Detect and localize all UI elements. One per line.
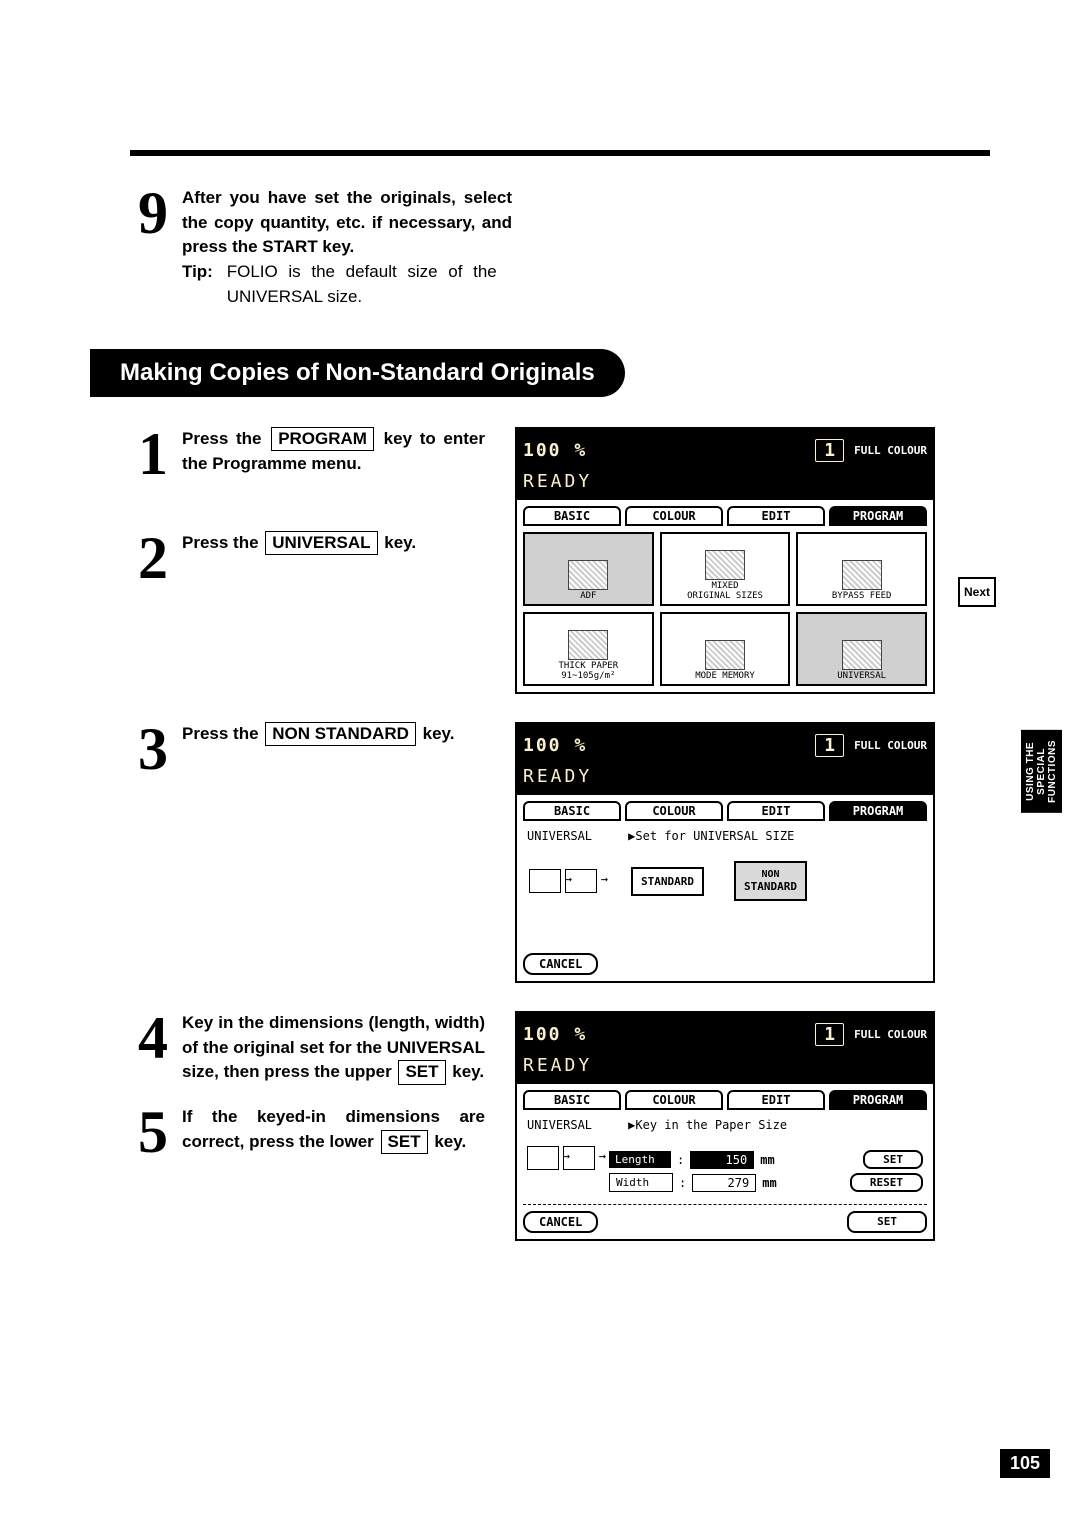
paper-icon-3	[563, 1146, 595, 1170]
adf-icon	[568, 560, 608, 590]
ready-label-2: READY	[515, 766, 935, 793]
tab-program-2[interactable]: PROGRAM	[829, 801, 927, 821]
tab-edit-3[interactable]: EDIT	[727, 1090, 825, 1110]
full-colour-label: FULL COLOUR	[854, 444, 927, 457]
tab-basic[interactable]: BASIC	[523, 506, 621, 526]
section-heading: Making Copies of Non-Standard Originals	[90, 349, 625, 397]
tab-edit-2[interactable]: EDIT	[727, 801, 825, 821]
step-1: 1 Press the PROGRAM key to enter the Pro…	[130, 427, 485, 481]
cell-thick-paper[interactable]: THICK PAPER 91~105g/m²	[523, 612, 654, 686]
tab-colour[interactable]: COLOUR	[625, 506, 723, 526]
mode-memory-icon	[705, 640, 745, 670]
step-4: 4 Key in the dimensions (length, width) …	[130, 1011, 485, 1085]
tab-edit[interactable]: EDIT	[727, 506, 825, 526]
lcd-screen-2: 100 % 1 FULL COLOUR READY BASIC COLOUR E…	[515, 722, 935, 983]
lcd-screen-3: 100 % 1 FULL COLOUR READY BASIC COLOUR E…	[515, 1011, 935, 1241]
step-9: 9 After you have set the originals, sele…	[130, 186, 990, 309]
step-2-post: key.	[384, 533, 416, 552]
thick-paper-icon	[568, 630, 608, 660]
cancel-button-3[interactable]: CANCEL	[523, 1211, 598, 1233]
cell-bypass[interactable]: BYPASS FEED	[796, 532, 927, 606]
program-key: PROGRAM	[271, 427, 374, 451]
paper-size-subtext: ▶Key in the Paper Size	[628, 1118, 787, 1132]
universal-icon	[842, 640, 882, 670]
copy-count-2: 1	[815, 734, 844, 757]
full-colour-label-2: FULL COLOUR	[854, 739, 927, 752]
step-2: 2 Press the UNIVERSAL key.	[130, 531, 485, 585]
tab-basic-2[interactable]: BASIC	[523, 801, 621, 821]
step-4-post: key.	[452, 1062, 484, 1081]
tab-basic-3[interactable]: BASIC	[523, 1090, 621, 1110]
set-key-upper: SET	[398, 1060, 445, 1084]
mixed-icon	[705, 550, 745, 580]
copy-count: 1	[815, 439, 844, 462]
paper-direction-icon-3	[527, 1146, 559, 1170]
universal-subhead-3: UNIVERSAL	[527, 1118, 592, 1132]
nonstandard-key: NON STANDARD	[265, 722, 416, 746]
ready-label: READY	[515, 471, 935, 498]
bypass-icon	[842, 560, 882, 590]
set-key-lower: SET	[381, 1130, 428, 1154]
step-2-pre: Press the	[182, 533, 259, 552]
copy-count-3: 1	[815, 1023, 844, 1046]
universal-subhead: UNIVERSAL	[527, 829, 592, 843]
side-tab: USING THE SPECIAL FUNCTIONS	[1021, 730, 1062, 813]
standard-button[interactable]: STANDARD	[631, 867, 704, 896]
step-5-post: key.	[434, 1132, 466, 1151]
step-9-text: After you have set the originals, select…	[182, 188, 512, 256]
full-colour-label-3: FULL COLOUR	[854, 1028, 927, 1041]
tab-colour-3[interactable]: COLOUR	[625, 1090, 723, 1110]
tab-program-3[interactable]: PROGRAM	[829, 1090, 927, 1110]
step-5: 5 If the keyed-in dimensions are correct…	[130, 1105, 485, 1159]
step-3-pre: Press the	[182, 724, 259, 743]
tip-label: Tip:	[182, 260, 222, 285]
percent-display-3: 100 %	[523, 1024, 587, 1045]
step-number-5: 5	[130, 1105, 176, 1159]
step-1-pre: Press the	[182, 429, 262, 448]
cell-adf[interactable]: ADF	[523, 532, 654, 606]
step-3-post: key.	[423, 724, 455, 743]
width-value[interactable]: 279	[692, 1174, 756, 1192]
percent-display-2: 100 %	[523, 735, 587, 756]
cell-mode-memory[interactable]: MODE MEMORY	[660, 612, 791, 686]
ready-label-3: READY	[515, 1055, 935, 1082]
length-value[interactable]: 150	[690, 1151, 754, 1169]
step-number-1: 1	[130, 427, 176, 481]
paper-direction-icon	[529, 869, 561, 893]
step-number-3: 3	[130, 722, 176, 776]
step-number-4: 4	[130, 1011, 176, 1065]
lcd-screen-1: 100 % 1 FULL COLOUR READY BASIC COLOUR E…	[515, 427, 935, 694]
step-number-2: 2	[130, 531, 176, 585]
tab-colour-2[interactable]: COLOUR	[625, 801, 723, 821]
next-button[interactable]: Next	[958, 577, 996, 607]
step-number-9: 9	[130, 186, 176, 240]
cancel-button[interactable]: CANCEL	[523, 953, 598, 975]
set-button-lower[interactable]: SET	[847, 1211, 927, 1233]
non-standard-button[interactable]: NON STANDARD	[734, 861, 807, 901]
page-number: 105	[1000, 1449, 1050, 1478]
tip-text: FOLIO is the default size of the UNIVERS…	[227, 260, 497, 309]
percent-display: 100 %	[523, 440, 587, 461]
cell-mixed[interactable]: MIXED ORIGINAL SIZES	[660, 532, 791, 606]
width-label: Width	[609, 1173, 673, 1192]
cell-universal[interactable]: UNIVERSAL	[796, 612, 927, 686]
step-3: 3 Press the NON STANDARD key.	[130, 722, 485, 776]
divider	[523, 1204, 927, 1205]
universal-subtext: ▶Set for UNIVERSAL SIZE	[628, 829, 794, 843]
universal-key: UNIVERSAL	[265, 531, 377, 555]
tab-program[interactable]: PROGRAM	[829, 506, 927, 526]
reset-button[interactable]: RESET	[850, 1173, 923, 1192]
paper-icon	[565, 869, 597, 893]
length-label: Length	[609, 1151, 671, 1168]
set-button-upper[interactable]: SET	[863, 1150, 923, 1169]
